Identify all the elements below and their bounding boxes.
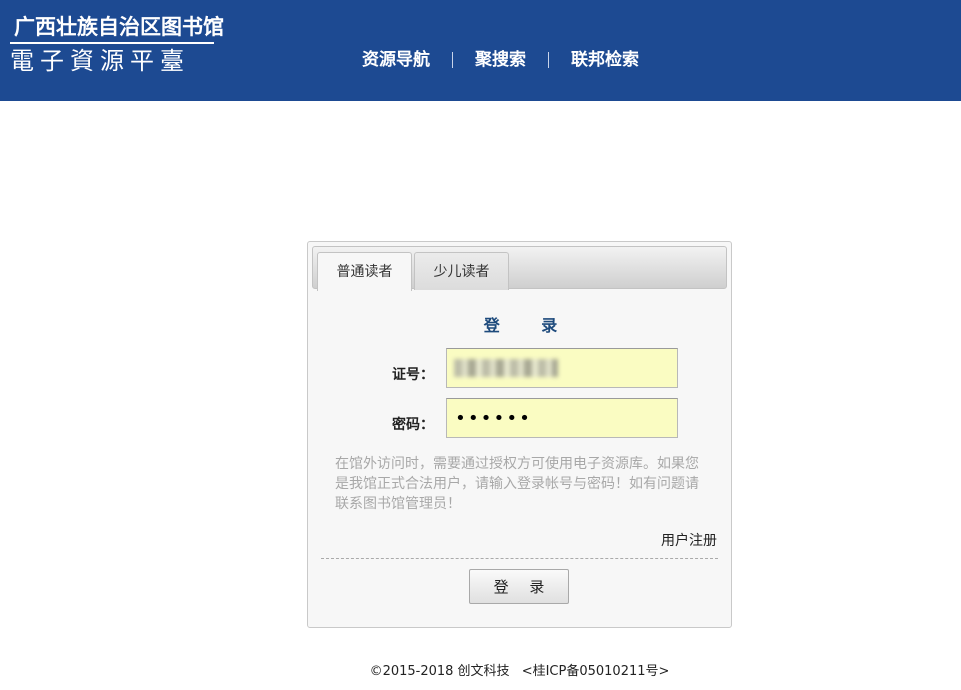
login-title: 登 录 xyxy=(483,316,576,335)
password-label: 密码： xyxy=(392,417,434,433)
nav-resource-guide[interactable]: 资源导航 xyxy=(362,47,430,73)
nav-aggregate-search[interactable]: 聚搜索 xyxy=(475,47,526,73)
card-number-label: 证号： xyxy=(392,367,434,383)
nav-separator xyxy=(452,52,453,68)
site-header: 广西壮族自治区图书馆 電子資源平臺 资源导航 聚搜索 联邦检索 xyxy=(0,0,961,101)
main-nav: 资源导航 聚搜索 联邦检索 xyxy=(362,47,639,73)
site-logo[interactable]: 广西壮族自治区图书馆 電子資源平臺 xyxy=(10,12,240,78)
password-input[interactable] xyxy=(446,398,678,438)
form-divider xyxy=(321,558,718,559)
register-link[interactable]: 用户注册 xyxy=(661,530,717,550)
page-footer: ©2015-2018 创文科技 <桂ICP备05010211号> xyxy=(0,660,961,679)
tab-regular-reader[interactable]: 普通读者 xyxy=(317,252,412,291)
logo-library-name: 广西壮族自治区图书馆 xyxy=(14,15,224,39)
nav-federated-search[interactable]: 联邦检索 xyxy=(571,47,639,73)
icp-record-link[interactable]: <桂ICP备05010211号> xyxy=(522,664,670,679)
logo-platform-name: 電子資源平臺 xyxy=(10,47,190,75)
copyright-text: ©2015-2018 创文科技 xyxy=(369,664,510,679)
logo-divider xyxy=(10,42,214,44)
login-panel: 普通读者 少儿读者 登 录 证号： 密码： 在馆外访问时，需要通过授权方可使用电… xyxy=(307,241,732,628)
login-button[interactable]: 登 录 xyxy=(469,569,569,604)
access-notice: 在馆外访问时，需要通过授权方可使用电子资源库。如果您是我馆正式合法用户，请输入登… xyxy=(335,456,699,512)
redacted-card-number xyxy=(454,359,558,377)
reader-tabbar: 普通读者 少儿读者 xyxy=(312,246,727,291)
nav-separator xyxy=(548,52,549,68)
tab-child-reader[interactable]: 少儿读者 xyxy=(414,252,509,290)
